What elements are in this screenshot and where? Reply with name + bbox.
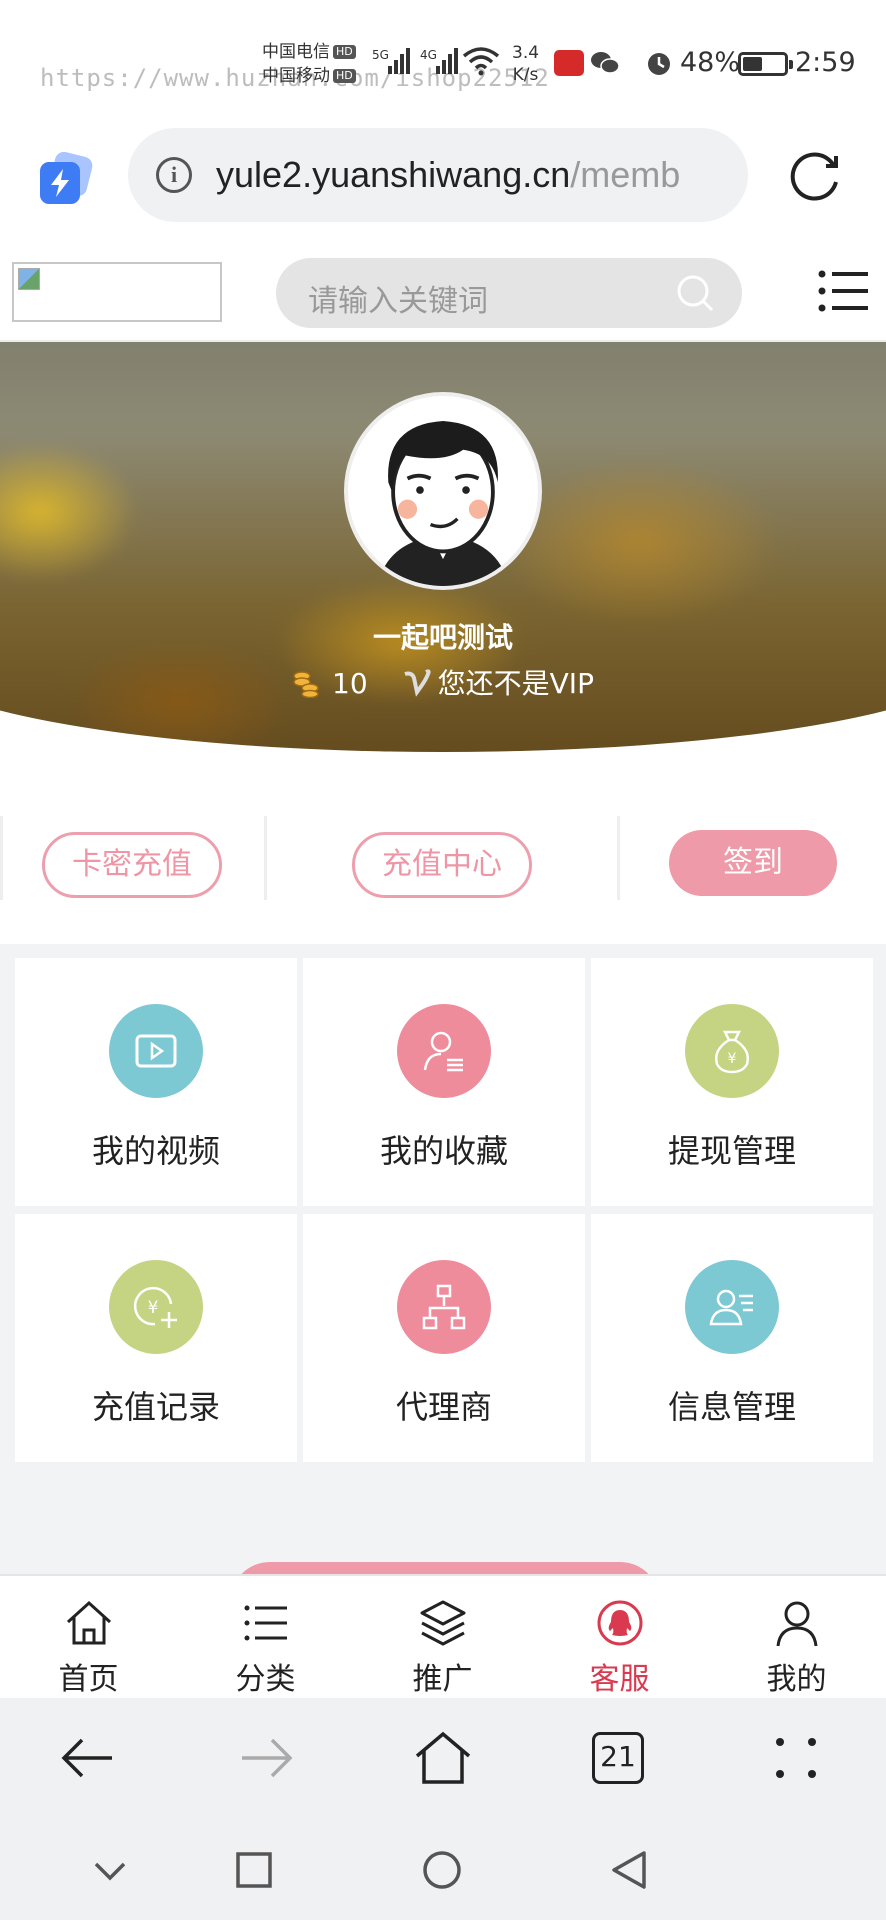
- network-type-1: 5G: [372, 48, 389, 62]
- user-stats: 10 您还不是VIP: [0, 662, 886, 702]
- grid-item-label: 充值记录: [91, 1388, 220, 1426]
- user-icon: [776, 1601, 818, 1647]
- bottom-tab-bar: 首页 分类 推广 客服 我的: [0, 1574, 886, 1698]
- tab-label: 分类: [235, 1662, 296, 1697]
- url-path: /memb: [570, 154, 681, 195]
- site-header: 请输入关键词: [0, 232, 886, 342]
- network-type-2: 4G: [420, 48, 437, 62]
- url-text[interactable]: yule2.yuanshiwang.cn/memb: [216, 154, 680, 196]
- home-icon: [66, 1600, 112, 1645]
- grid-item-label: 我的收藏: [379, 1132, 508, 1170]
- more-dots-icon[interactable]: [768, 1728, 828, 1788]
- avatar[interactable]: [344, 392, 542, 590]
- grid-item-label: 代理商: [395, 1388, 492, 1426]
- carrier-2: 中国移动: [262, 66, 330, 86]
- tab-category[interactable]: 分类: [177, 1576, 354, 1700]
- system-nav-bar: [0, 1818, 886, 1920]
- battery-percent: 48%: [680, 47, 741, 78]
- svg-text:¥: ¥: [728, 1051, 737, 1067]
- yen-plus-icon: ¥: [109, 1260, 203, 1354]
- divider: [264, 816, 267, 900]
- carrier-info: 中国电信 HD 中国移动 HD: [262, 40, 356, 88]
- net-speed-value: 3.4: [512, 43, 540, 63]
- tabs-count-button[interactable]: 21: [592, 1732, 644, 1784]
- grid-item-label: 提现管理: [667, 1132, 796, 1170]
- tab-promote[interactable]: 推广: [354, 1576, 531, 1700]
- money-bag-icon: ¥: [685, 1004, 779, 1098]
- layers-icon: [420, 1600, 466, 1646]
- tab-label: 客服: [589, 1662, 650, 1697]
- app-notification-icon: [554, 50, 584, 76]
- grid-item-label: 信息管理: [667, 1388, 796, 1426]
- flash-icon[interactable]: [38, 152, 94, 206]
- info-icon[interactable]: [156, 157, 192, 193]
- search-input[interactable]: 请输入关键词: [276, 258, 742, 328]
- profile-banner: 一起吧测试 10 您还不是VIP: [0, 342, 886, 762]
- qq-icon: [597, 1600, 643, 1646]
- net-speed: 3.4 K/s: [512, 42, 539, 86]
- address-bar[interactable]: yule2.yuanshiwang.cn/memb: [128, 128, 748, 222]
- grid-item-recharge-records[interactable]: ¥ 充值记录: [15, 1214, 297, 1462]
- divider: [0, 816, 3, 900]
- tab-label: 首页: [58, 1662, 119, 1697]
- back-arrow-icon[interactable]: [58, 1728, 118, 1788]
- browser-toolbar: 21: [0, 1698, 886, 1818]
- action-row: 卡密充值 充值中心 签到: [0, 762, 886, 944]
- home-circle-icon[interactable]: [420, 1848, 464, 1892]
- url-host: yule2.yuanshiwang.cn: [216, 154, 571, 195]
- coins-icon: [293, 671, 319, 698]
- tab-label: 推广: [412, 1662, 473, 1697]
- list-icon: [244, 1605, 287, 1641]
- status-bar: https://www.huzhan.com/ishop22512 中国电信 HD…: [0, 0, 886, 120]
- username: 一起吧测试: [372, 621, 513, 654]
- vip-status: 您还不是VIP: [437, 667, 594, 700]
- signal-icon: [388, 48, 410, 74]
- forward-arrow-icon[interactable]: [236, 1728, 296, 1788]
- carrier-1: 中国电信: [262, 42, 330, 62]
- video-icon: [109, 1004, 203, 1098]
- checkin-button[interactable]: 签到: [669, 830, 837, 896]
- grid-item-label: 我的视频: [91, 1132, 220, 1170]
- tab-mine[interactable]: 我的: [708, 1576, 885, 1700]
- grid-item-my-videos[interactable]: 我的视频: [15, 958, 297, 1206]
- profile-card-icon: [685, 1260, 779, 1354]
- coin-count: 10: [332, 667, 368, 700]
- hd-badge: HD: [333, 69, 356, 83]
- wifi-icon: [462, 47, 500, 76]
- divider: [617, 816, 620, 900]
- card-recharge-button[interactable]: 卡密充值: [42, 832, 222, 898]
- alarm-icon: [648, 53, 670, 75]
- net-speed-unit: K/s: [512, 65, 539, 85]
- clock: 2:59: [795, 47, 856, 78]
- search-icon[interactable]: [674, 272, 716, 314]
- recharge-center-button[interactable]: 充值中心: [352, 832, 532, 898]
- tab-home[interactable]: 首页: [0, 1576, 177, 1700]
- tab-customer-service[interactable]: 客服: [531, 1576, 708, 1700]
- svg-text:¥: ¥: [148, 1298, 159, 1318]
- battery-icon: [738, 52, 793, 76]
- wechat-icon: [591, 52, 620, 74]
- site-logo[interactable]: [12, 262, 222, 322]
- browser-url-row: yule2.yuanshiwang.cn/memb: [0, 120, 886, 232]
- vip-icon: [404, 669, 431, 697]
- broken-image-icon: [18, 268, 40, 290]
- grid-item-withdrawal[interactable]: ¥ 提现管理: [591, 958, 873, 1206]
- chevron-down-icon[interactable]: [88, 1848, 132, 1892]
- grid-item-my-favorites[interactable]: 我的收藏: [303, 958, 585, 1206]
- recents-square-icon[interactable]: [232, 1848, 276, 1892]
- home-icon[interactable]: [413, 1728, 473, 1788]
- grid-item-info-management[interactable]: 信息管理: [591, 1214, 873, 1462]
- tab-label: 我的: [766, 1662, 827, 1697]
- reload-icon[interactable]: [788, 148, 844, 204]
- hierarchy-icon: [397, 1260, 491, 1354]
- user-list-icon: [397, 1004, 491, 1098]
- back-triangle-icon[interactable]: [608, 1848, 652, 1892]
- signal-icon: [436, 48, 458, 74]
- grid-item-agent[interactable]: 代理商: [303, 1214, 585, 1462]
- menu-icon[interactable]: [818, 268, 870, 314]
- search-placeholder: 请输入关键词: [308, 284, 488, 319]
- hd-badge: HD: [333, 45, 356, 59]
